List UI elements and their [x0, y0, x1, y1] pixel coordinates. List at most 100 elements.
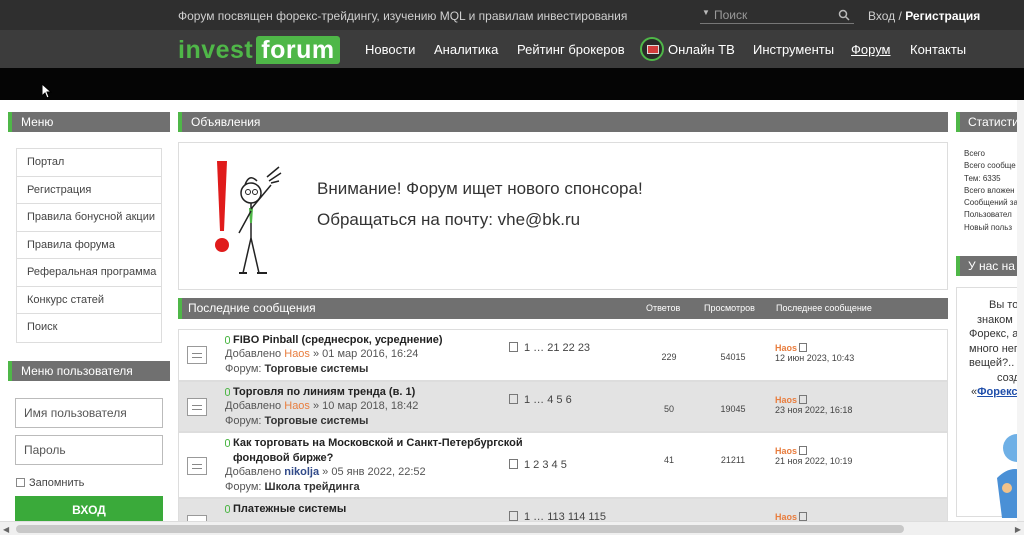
scroll-right-icon[interactable]: ▶	[1015, 525, 1021, 534]
table-row[interactable]: Торговля по линиям тренда (в. 1) Добавле…	[178, 381, 948, 432]
topic-meta: Добавлено Haos » 01 мар 2016, 16:24	[225, 348, 418, 360]
login-button[interactable]: ВХОД	[15, 496, 163, 524]
site-logo[interactable]: invest forum	[178, 36, 340, 65]
register-link[interactable]: Регистрация	[905, 9, 980, 23]
topic-added-label: Добавлено	[225, 466, 282, 478]
promo-link[interactable]: Форекс	[977, 386, 1017, 398]
search-icon[interactable]	[838, 9, 850, 21]
stat-line: Всего вложен	[964, 185, 1015, 195]
topic-author[interactable]: Haos	[284, 348, 310, 360]
topic-forum: Форум: Торговые системы	[225, 363, 368, 375]
topic-forum-link[interactable]: Торговые системы	[265, 363, 369, 375]
stats-header: Статистик	[956, 112, 1024, 132]
promo-line: Форекс, а	[969, 328, 1019, 340]
topic-author[interactable]: nikolja	[284, 466, 319, 478]
horizontal-scrollbar[interactable]: ◀ ▶	[0, 521, 1024, 535]
topic-page-links[interactable]: 1 … 4 5 6	[524, 394, 572, 406]
last-post-author[interactable]: Haos	[775, 343, 797, 353]
topic-status-icon	[225, 439, 230, 447]
nav-online-tv[interactable]: Онлайн ТВ	[668, 42, 735, 57]
topic-title[interactable]: Как торговать на Московской и Санкт-Пете…	[233, 436, 523, 466]
topic-replies: 229	[661, 352, 677, 362]
remember-checkbox[interactable]	[16, 478, 25, 487]
last-post-date: 21 ноя 2022, 10:19	[775, 456, 853, 466]
topic-title[interactable]: FIBO Pinball (среднесрок, усреднение)	[233, 333, 523, 348]
menu-item-portal[interactable]: Портал	[17, 149, 161, 177]
menu-item-bonus-rules[interactable]: Правила бонусной акции	[17, 204, 161, 232]
stat-line: Всего	[964, 149, 985, 158]
topic-status-icon	[225, 336, 230, 344]
goto-last-post-icon[interactable]	[799, 512, 808, 521]
goto-last-post-icon[interactable]	[799, 343, 808, 352]
menu-header: Меню	[8, 112, 170, 132]
topic-title[interactable]: Платежные системы	[233, 502, 523, 517]
topic-forum-label: Форум:	[225, 481, 262, 493]
topic-replies: 41	[663, 455, 674, 465]
nav-news[interactable]: Новости	[365, 42, 415, 57]
promo-line: много непо	[969, 342, 1024, 355]
last-post-author[interactable]: Haos	[775, 446, 797, 456]
nav-contacts[interactable]: Контакты	[910, 42, 966, 57]
topic-icon	[187, 457, 207, 475]
user-menu: Меню пользователя Запомнить ВХОД	[8, 361, 170, 524]
username-input[interactable]	[15, 398, 163, 428]
header-banner	[0, 68, 1024, 100]
topic-added-label: Добавлено	[225, 348, 282, 360]
last-post-date: 12 июн 2023, 10:43	[775, 353, 855, 363]
goto-last-post-icon[interactable]	[799, 446, 808, 455]
topic-pages: 1 … 21 22 23	[509, 342, 590, 354]
topic-forum-link[interactable]: Школа трейдинга	[265, 481, 360, 493]
login-link[interactable]: Вход	[868, 9, 895, 23]
announcement-box: Внимание! Форум ищет нового спонсора! Об…	[178, 142, 948, 290]
search-dropdown-icon[interactable]: ▼	[702, 8, 710, 17]
topic-views: 21211	[720, 455, 746, 465]
menu-item-referral[interactable]: Реферальная программа	[17, 259, 161, 287]
menu-item-article-contest[interactable]: Конкурс статей	[17, 287, 161, 314]
topic-page-links[interactable]: 1 2 3 4 5	[524, 459, 567, 471]
vertical-scrollbar[interactable]	[1017, 100, 1024, 521]
pages-icon	[509, 342, 518, 352]
table-row[interactable]: Как торговать на Московской и Санкт-Пете…	[178, 432, 948, 498]
remember-me[interactable]: Запомнить	[16, 477, 84, 489]
table-row[interactable]: FIBO Pinball (среднесрок, усреднение) До…	[178, 329, 948, 381]
topic-views: 54015	[720, 352, 746, 362]
scrollbar-thumb[interactable]	[16, 525, 904, 533]
topic-pages: 1 2 3 4 5	[509, 459, 567, 471]
goto-last-post-icon[interactable]	[799, 395, 808, 404]
topic-meta: Добавлено nikolja » 05 янв 2022, 22:52	[225, 466, 426, 478]
main-content: Объявления Внимание! Форум ищет нового с…	[178, 112, 948, 533]
menu-item-registration[interactable]: Регистрация	[17, 177, 161, 204]
topic-page-links[interactable]: 1 … 21 22 23	[524, 342, 590, 354]
nav-tools[interactable]: Инструменты	[753, 42, 834, 57]
topic-date: » 10 мар 2018, 18:42	[313, 400, 419, 412]
topic-date: » 01 мар 2016, 16:24	[313, 348, 419, 360]
top-bar: Форум посвящен форекс-трейдингу, изучени…	[0, 0, 1024, 30]
topic-last-post: Haos 23 ноя 2022, 16:18	[775, 395, 852, 415]
search-input[interactable]	[714, 6, 832, 23]
password-input[interactable]	[15, 435, 163, 465]
topic-title[interactable]: Торговля по линиям тренда (в. 1)	[233, 385, 523, 400]
menu-item-search[interactable]: Поиск	[17, 314, 161, 342]
tv-icon[interactable]	[640, 37, 664, 61]
col-last-message: Последнее сообщение	[776, 303, 872, 313]
nav-forum[interactable]: Форум	[851, 42, 891, 57]
last-post-date: 23 ноя 2022, 16:18	[775, 405, 853, 415]
nav-analytics[interactable]: Аналитика	[434, 42, 498, 57]
scroll-left-icon[interactable]: ◀	[3, 525, 9, 534]
left-sidebar: Меню Портал Регистрация Правила бонусной…	[8, 112, 170, 343]
topic-icon	[187, 346, 207, 364]
stat-line: Всего сообще	[964, 161, 1016, 171]
topic-last-post: Haos 21 ноя 2022, 10:19	[775, 446, 852, 466]
topic-status-icon	[225, 388, 230, 396]
nav-broker-rating[interactable]: Рейтинг брокеров	[517, 42, 625, 57]
stat-line: Сообщений за	[964, 198, 1018, 208]
stat-line: Тем: 6335	[964, 173, 1001, 183]
topic-forum-link[interactable]: Торговые системы	[265, 415, 369, 427]
last-post-author[interactable]: Haos	[775, 395, 797, 405]
topic-author[interactable]: Haos	[284, 400, 310, 412]
topic-status-icon	[225, 505, 230, 513]
stat-line: Новый польз	[964, 222, 1013, 232]
stats-list: Всего Всего сообще Тем: 6335 Всего вложе…	[956, 148, 1024, 234]
menu-item-forum-rules[interactable]: Правила форума	[17, 232, 161, 259]
right-box-header: У нас на ф	[956, 256, 1024, 276]
